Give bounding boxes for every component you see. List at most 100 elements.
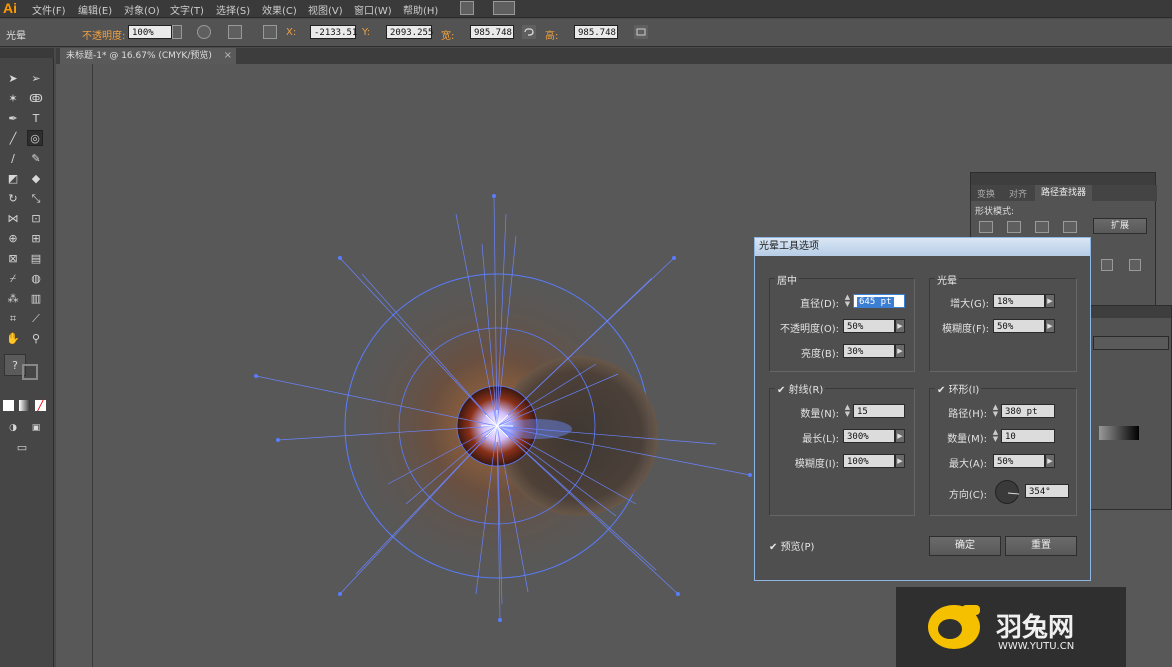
paintbrush-tool-icon[interactable]: ∕ bbox=[5, 151, 21, 167]
reference-point-icon[interactable] bbox=[228, 25, 242, 39]
zoom-tool-icon[interactable]: ⚲ bbox=[28, 331, 44, 347]
menu-edit[interactable]: 编辑(E) bbox=[78, 2, 112, 17]
shape-builder-tool-icon[interactable]: ⊕ bbox=[5, 231, 21, 247]
gradient-slider[interactable] bbox=[1099, 426, 1139, 440]
type-tool-icon[interactable]: T bbox=[28, 111, 44, 127]
ring-number-spinner[interactable]: ▲ ▼ bbox=[991, 429, 1000, 443]
outline-icon[interactable] bbox=[1101, 259, 1113, 271]
close-icon[interactable]: × bbox=[224, 48, 232, 64]
ring-number-input[interactable]: 10 bbox=[1001, 429, 1055, 443]
width-input[interactable]: 985.748 bbox=[470, 25, 514, 39]
y-input[interactable]: 2093.255 bbox=[386, 25, 433, 39]
direction-dial[interactable] bbox=[995, 480, 1020, 504]
ok-button[interactable]: 确定 bbox=[929, 536, 1001, 556]
symbol-sprayer-tool-icon[interactable]: ⁂ bbox=[5, 291, 21, 307]
tab-pathfinder[interactable]: 路径查找器 bbox=[1035, 185, 1093, 201]
center-opacity-dropdown-icon[interactable]: ▶ bbox=[895, 319, 905, 333]
scale-tool-icon[interactable]: ⤡ bbox=[28, 191, 44, 207]
opacity-input[interactable]: 100% bbox=[128, 25, 172, 39]
unite-icon[interactable] bbox=[979, 221, 993, 233]
exclude-icon[interactable] bbox=[1063, 221, 1077, 233]
width-tool-icon[interactable]: ⋈ bbox=[5, 211, 21, 227]
x-input[interactable]: -2133.51 bbox=[310, 25, 357, 39]
menu-help[interactable]: 帮助(H) bbox=[403, 2, 438, 17]
largest-dropdown-icon[interactable]: ▶ bbox=[1045, 454, 1055, 468]
document-tab[interactable]: 未标题-1* @ 16.67% (CMYK/预览) × bbox=[60, 48, 236, 64]
flare-tool-icon[interactable]: ◎ bbox=[27, 130, 43, 146]
perspective-grid-tool-icon[interactable]: ⊞ bbox=[28, 231, 44, 247]
minus-back-icon[interactable] bbox=[1129, 259, 1141, 271]
ray-number-input[interactable]: 15 bbox=[853, 404, 905, 418]
minus-front-icon[interactable] bbox=[1007, 221, 1021, 233]
menu-window[interactable]: 窗口(W) bbox=[354, 2, 392, 17]
pencil-tool-icon[interactable]: ✎ bbox=[28, 151, 44, 167]
mesh-tool-icon[interactable]: ⊠ bbox=[5, 251, 21, 267]
menu-object[interactable]: 对象(O) bbox=[124, 2, 160, 17]
selection-tool-icon[interactable]: ➤ bbox=[5, 71, 21, 87]
menu-effect[interactable]: 效果(C) bbox=[262, 2, 297, 17]
panel-dropdown[interactable] bbox=[1093, 336, 1169, 350]
halo-fuzziness-dropdown-icon[interactable]: ▶ bbox=[1045, 319, 1055, 333]
ray-fuzziness-input[interactable]: 100% bbox=[843, 454, 895, 468]
direction-input[interactable]: 354° bbox=[1025, 484, 1069, 498]
menu-file[interactable]: 文件(F) bbox=[32, 2, 66, 17]
rays-checkbox[interactable]: ✔ 射线(R) bbox=[775, 381, 826, 396]
intersect-icon[interactable] bbox=[1035, 221, 1049, 233]
tab-transform[interactable]: 变换 bbox=[977, 187, 995, 200]
stroke-swatch-icon[interactable] bbox=[22, 364, 38, 380]
reset-button[interactable]: 重置 bbox=[1005, 536, 1077, 556]
pen-tool-icon[interactable]: ✒ bbox=[5, 111, 21, 127]
free-transform-tool-icon[interactable]: ⊡ bbox=[28, 211, 44, 227]
eraser-tool-icon[interactable]: ◆ bbox=[28, 171, 44, 187]
path-input[interactable]: 380 pt bbox=[1001, 404, 1055, 418]
screen-mode-icon[interactable]: ▭ bbox=[14, 440, 30, 456]
preview-checkbox[interactable]: ✔ 预览(P) bbox=[769, 538, 814, 553]
longest-dropdown-icon[interactable]: ▶ bbox=[895, 429, 905, 443]
artboard-tool-icon[interactable]: ⌗ bbox=[5, 311, 21, 327]
drawing-mode-icon[interactable]: ◑ bbox=[5, 420, 21, 436]
workspace-switcher-icon[interactable] bbox=[493, 1, 515, 15]
ray-number-spinner[interactable]: ▲ ▼ bbox=[843, 404, 852, 418]
diameter-spinner[interactable]: ▲ ▼ bbox=[843, 294, 852, 308]
brightness-dropdown-icon[interactable]: ▶ bbox=[895, 344, 905, 358]
eyedropper-tool-icon[interactable]: ⌿ bbox=[5, 271, 21, 287]
isolate-icon[interactable] bbox=[634, 25, 648, 39]
slice-tool-icon[interactable]: ⟋ bbox=[28, 311, 44, 327]
rings-checkbox[interactable]: ✔ 环形(I) bbox=[935, 381, 982, 396]
bridge-icon[interactable] bbox=[460, 1, 474, 15]
expand-button[interactable]: 扩展 bbox=[1093, 218, 1147, 234]
menu-select[interactable]: 选择(S) bbox=[216, 2, 250, 17]
ray-fuzziness-dropdown-icon[interactable]: ▶ bbox=[895, 454, 905, 468]
line-tool-icon[interactable]: ╱ bbox=[5, 131, 21, 147]
growth-dropdown-icon[interactable]: ▶ bbox=[1045, 294, 1055, 308]
recolor-icon[interactable] bbox=[197, 25, 211, 39]
gradient-mode-icon[interactable] bbox=[19, 400, 30, 411]
magic-wand-tool-icon[interactable]: ✶ bbox=[5, 91, 21, 107]
halo-fuzziness-input[interactable]: 50% bbox=[993, 319, 1045, 333]
opacity-dropdown-icon[interactable] bbox=[172, 25, 182, 39]
hand-tool-icon[interactable]: ✋ bbox=[5, 331, 21, 347]
path-spinner[interactable]: ▲ ▼ bbox=[991, 404, 1000, 418]
longest-input[interactable]: 300% bbox=[843, 429, 895, 443]
menu-type[interactable]: 文字(T) bbox=[170, 2, 204, 17]
none-mode-icon[interactable]: ╱ bbox=[35, 400, 46, 411]
opacity-label[interactable]: 不透明度: bbox=[82, 27, 125, 42]
menu-view[interactable]: 视图(V) bbox=[308, 2, 343, 17]
rotate-tool-icon[interactable]: ↻ bbox=[5, 191, 21, 207]
blob-brush-tool-icon[interactable]: ◩ bbox=[5, 171, 21, 187]
gradient-tool-icon[interactable]: ▤ bbox=[28, 251, 44, 267]
draw-inside-icon[interactable]: ▣ bbox=[28, 420, 44, 436]
growth-input[interactable]: 18% bbox=[993, 294, 1045, 308]
lasso-tool-icon[interactable]: ↂ bbox=[28, 91, 44, 107]
brightness-input[interactable]: 30% bbox=[843, 344, 895, 358]
direct-selection-tool-icon[interactable]: ➢ bbox=[28, 71, 44, 87]
column-graph-tool-icon[interactable]: ▥ bbox=[28, 291, 44, 307]
transform-grid-icon[interactable] bbox=[263, 25, 277, 39]
blend-tool-icon[interactable]: ◍ bbox=[28, 271, 44, 287]
color-mode-icon[interactable] bbox=[3, 400, 14, 411]
diameter-input[interactable]: 645 pt bbox=[853, 294, 905, 308]
center-opacity-input[interactable]: 50% bbox=[843, 319, 895, 333]
tab-align[interactable]: 对齐 bbox=[1009, 187, 1027, 200]
height-input[interactable]: 985.748 bbox=[574, 25, 618, 39]
largest-input[interactable]: 50% bbox=[993, 454, 1045, 468]
